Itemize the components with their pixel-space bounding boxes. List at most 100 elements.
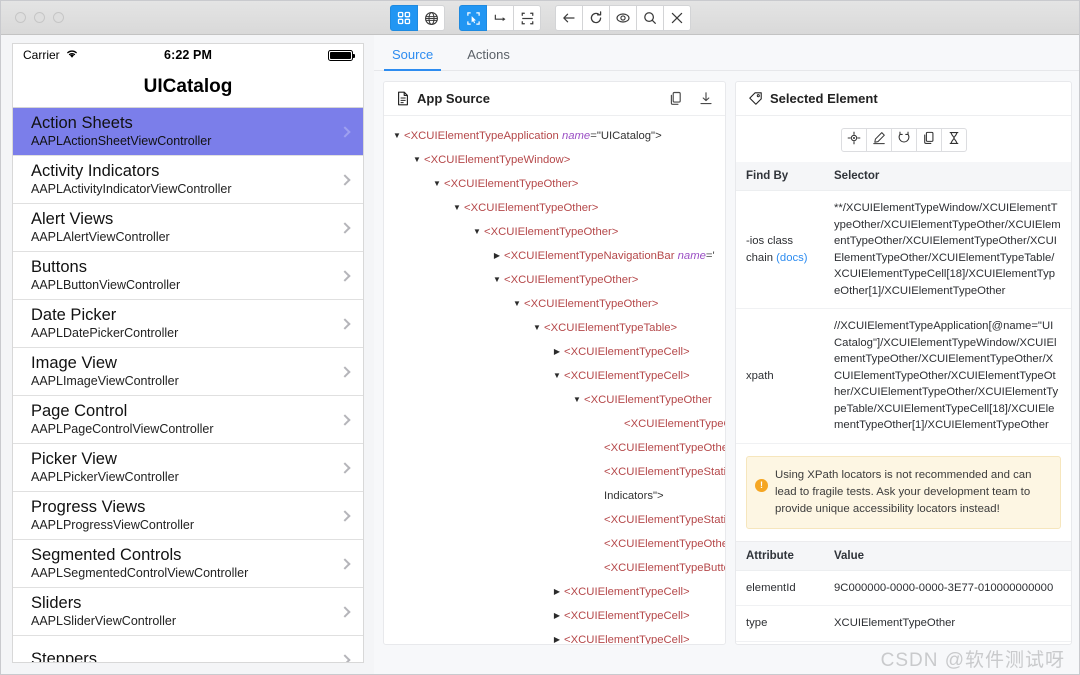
chevron-down-icon[interactable] (390, 124, 404, 148)
chevron-right-icon[interactable] (550, 604, 564, 628)
device-list-item-subtitle: AAPLSliderViewController (31, 614, 176, 628)
device-list-item[interactable]: Date Picker AAPLDatePickerController (13, 300, 363, 348)
source-tree-node[interactable]: <XCUIElementTypeCell> (384, 340, 725, 364)
back-button[interactable] (555, 5, 583, 31)
toolbar-group-session (555, 5, 691, 31)
tab-source[interactable]: Source (384, 47, 442, 71)
device-list-item[interactable]: Progress Views AAPLProgressViewController (13, 492, 363, 540)
device-screen-mirror[interactable]: Carrier 6:22 PM UICatalog Action Sheets A… (12, 43, 364, 663)
source-tree-node[interactable]: <XCUIElementTypeCell> (384, 628, 725, 644)
traffic-lights (15, 12, 64, 23)
source-tree-node[interactable]: <XCUIElementTypeStatic (384, 508, 725, 532)
clear-element-button[interactable] (890, 128, 917, 152)
refresh-button[interactable] (582, 5, 610, 31)
device-list-item[interactable]: Activity Indicators AAPLActivityIndicator… (13, 156, 363, 204)
selector-row: -ios class chain (docs) **/XCUIElementTyp… (736, 190, 1071, 309)
xpath-warning-banner: ! Using XPath locators is not recommende… (746, 455, 1061, 529)
tab-actions[interactable]: Actions (459, 47, 518, 70)
source-tree-node[interactable]: <XCUIElementTypeOther> (384, 268, 725, 292)
tap-by-coordinates-button[interactable] (513, 5, 541, 31)
source-tree-node[interactable]: <XCUIElementTypeButto (384, 556, 725, 580)
source-tree-node-text: <XCUIElementTypeOther> (484, 226, 619, 238)
chevron-down-icon[interactable] (410, 148, 424, 172)
toolbar-group-view (390, 5, 445, 31)
element-action-bar (736, 116, 1071, 162)
source-tree-node[interactable]: <XCUIElementTypeWindow> (384, 148, 725, 172)
source-tree-node-text: <XCUIElementTypeCell> (564, 634, 690, 644)
source-tree-node-text: <XCUIElementTypeButto (604, 562, 725, 574)
device-list-item-title: Steppers (31, 650, 98, 663)
tap-element-button[interactable] (840, 128, 867, 152)
source-tree-node[interactable]: <XCUIElementTypeStatic (384, 460, 725, 484)
chevron-down-icon[interactable] (450, 196, 464, 220)
selector-value[interactable]: //XCUIElementTypeApplication[@name="UICa… (824, 308, 1071, 444)
source-tree-node[interactable]: Indicators"> (384, 484, 725, 508)
source-tree-node[interactable]: <XCUIElementTypeC (384, 412, 725, 436)
source-tree-node[interactable]: <XCUIElementTypeCell> (384, 604, 725, 628)
chevron-down-icon[interactable] (570, 388, 584, 412)
source-tree-node[interactable]: <XCUIElementTypeOther (384, 388, 725, 412)
source-tree-node-text: <XCUIElementTypeOther> (444, 178, 579, 190)
docs-link[interactable]: (docs) (776, 252, 807, 264)
chevron-down-icon[interactable] (490, 268, 504, 292)
device-list-item-title: Buttons (31, 258, 87, 276)
quit-session-button[interactable] (663, 5, 691, 31)
source-tree-node[interactable]: <XCUIElementTypeOther (384, 436, 725, 460)
chevron-down-icon[interactable] (530, 316, 544, 340)
swipe-button[interactable] (486, 5, 514, 31)
zoom-window-button[interactable] (53, 12, 64, 23)
device-list-item[interactable]: Segmented Controls AAPLSegmentedControlVi… (13, 540, 363, 588)
selector-header-find-by: Find By (736, 162, 824, 191)
device-list-item[interactable]: Alert Views AAPLAlertViewController (13, 204, 363, 252)
device-list-item[interactable]: Page Control AAPLPageControlViewControlle… (13, 396, 363, 444)
source-tree[interactable]: <XCUIElementTypeApplication name="UICata… (384, 116, 725, 644)
grid-view-button[interactable] (390, 5, 418, 31)
source-tree-node-text: <XCUIElementTypeApplication name="UICata… (404, 130, 662, 142)
source-tree-node[interactable]: <XCUIElementTypeCell> (384, 580, 725, 604)
source-tree-node[interactable]: <XCUIElementTypeOther> (384, 172, 725, 196)
chevron-down-icon[interactable] (510, 292, 524, 316)
source-tree-node[interactable]: <XCUIElementTypeTable> (384, 316, 725, 340)
download-source-button[interactable] (699, 91, 713, 106)
source-tree-node[interactable]: <XCUIElementTypeOther (384, 532, 725, 556)
device-list-item[interactable]: Picker View AAPLPickerViewController (13, 444, 363, 492)
chevron-right-icon[interactable] (550, 580, 564, 604)
chevron-right-icon[interactable] (550, 340, 564, 364)
source-tree-node[interactable]: <XCUIElementTypeNavigationBar name=' (384, 244, 725, 268)
wait-for-element-button[interactable] (940, 128, 967, 152)
selector-value[interactable]: **/XCUIElementTypeWindow/XCUIElementType… (824, 190, 1071, 309)
select-element-button[interactable] (459, 5, 487, 31)
device-list-item[interactable]: Action Sheets AAPLActionSheetViewControll… (13, 108, 363, 156)
device-list-item-subtitle: AAPLProgressViewController (31, 518, 195, 532)
device-list-item[interactable]: Buttons AAPLButtonViewController (13, 252, 363, 300)
copy-attributes-button[interactable] (915, 128, 942, 152)
send-keys-button[interactable] (865, 128, 892, 152)
device-list-item[interactable]: Steppers (13, 636, 363, 663)
source-tree-node-text: <XCUIElementTypeOther (604, 442, 725, 454)
warning-icon: ! (755, 478, 768, 492)
source-tree-node[interactable]: <XCUIElementTypeApplication name="UICata… (384, 124, 725, 148)
close-window-button[interactable] (15, 12, 26, 23)
chevron-down-icon[interactable] (470, 220, 484, 244)
chevron-down-icon[interactable] (430, 172, 444, 196)
copy-source-button[interactable] (669, 91, 683, 106)
chevron-right-icon[interactable] (490, 244, 504, 268)
chevron-right-icon[interactable] (550, 628, 564, 644)
copy-icon (922, 131, 936, 150)
source-tree-node[interactable]: <XCUIElementTypeOther> (384, 292, 725, 316)
device-list-item[interactable]: Sliders AAPLSliderViewController (13, 588, 363, 636)
device-list-item-subtitle: AAPLActionSheetViewController (31, 134, 212, 148)
source-tree-node[interactable]: <XCUIElementTypeOther> (384, 220, 725, 244)
source-tree-node[interactable]: <XCUIElementTypeOther> (384, 196, 725, 220)
globe-icon (424, 11, 439, 26)
selected-element-title: Selected Element (770, 91, 878, 106)
app-source-actions (669, 91, 713, 106)
minimize-window-button[interactable] (34, 12, 45, 23)
source-tree-node[interactable]: <XCUIElementTypeCell> (384, 364, 725, 388)
device-list-item[interactable]: Image View AAPLImageViewController (13, 348, 363, 396)
battery-full-icon (328, 49, 355, 61)
search-button[interactable] (636, 5, 664, 31)
recording-eye-button[interactable] (609, 5, 637, 31)
web-view-button[interactable] (417, 5, 445, 31)
chevron-down-icon[interactable] (550, 364, 564, 388)
